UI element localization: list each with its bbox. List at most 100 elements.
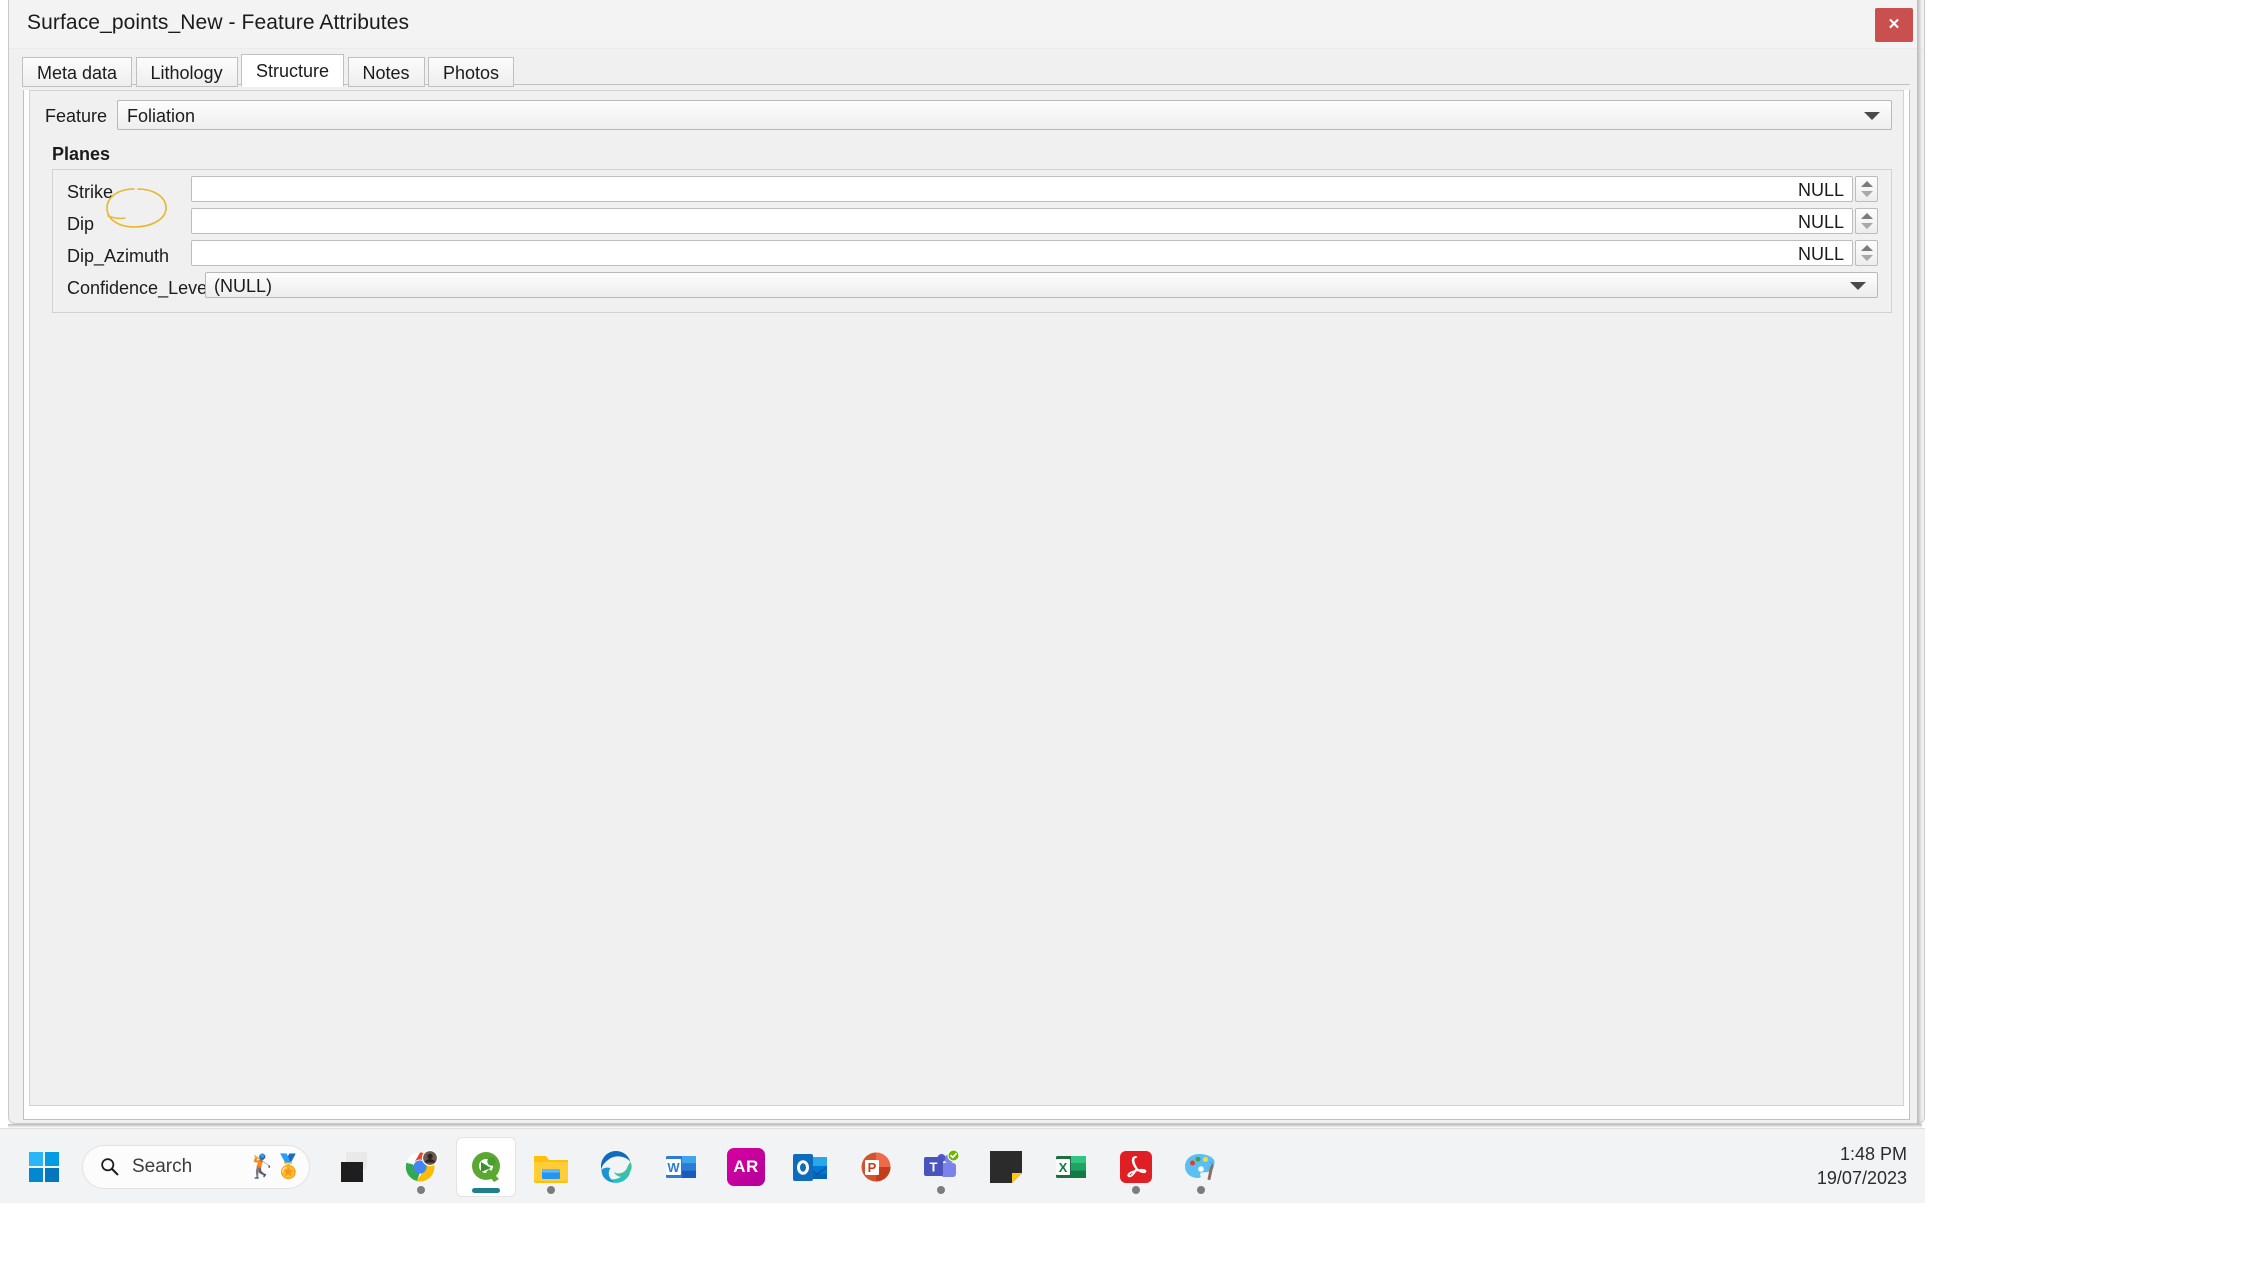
dip-azimuth-spinbox[interactable]: NULL bbox=[191, 240, 1878, 266]
strike-input[interactable]: NULL bbox=[191, 176, 1853, 202]
taskbar-app-microsoft-teams[interactable]: T bbox=[911, 1137, 971, 1197]
feature-combobox[interactable]: Foliation bbox=[117, 100, 1892, 130]
running-indicator bbox=[547, 1185, 555, 1194]
google-chrome-icon bbox=[405, 1149, 439, 1182]
chevron-down-icon[interactable] bbox=[1860, 255, 1873, 261]
taskbar-app-microsoft-outlook[interactable] bbox=[781, 1137, 841, 1197]
search-placeholder: Search bbox=[132, 1155, 193, 1177]
strike-stepper[interactable] bbox=[1855, 176, 1878, 202]
taskbar-app-file-explorer[interactable] bbox=[521, 1137, 581, 1197]
adobe-acrobat-icon bbox=[1120, 1150, 1152, 1183]
dip-input[interactable]: NULL bbox=[191, 208, 1853, 234]
file-explorer-icon bbox=[534, 1155, 568, 1183]
taskbar-app-sticky-notes[interactable] bbox=[976, 1137, 1036, 1197]
microsoft-edge-icon bbox=[600, 1150, 632, 1183]
search-icon bbox=[101, 1158, 119, 1176]
clock-time: 1:48 PM bbox=[1839, 1144, 1907, 1165]
chevron-down-icon bbox=[1850, 282, 1866, 290]
sticky-notes-icon bbox=[990, 1150, 1022, 1183]
dip-label: Dip bbox=[67, 214, 95, 234]
paint-icon bbox=[1185, 1153, 1215, 1180]
taskbar-app-microsoft-powerpoint[interactable]: P bbox=[846, 1137, 906, 1197]
svg-text:W: W bbox=[667, 1160, 680, 1175]
windows-logo-icon bbox=[29, 1151, 59, 1182]
chevron-up-icon[interactable] bbox=[1860, 181, 1873, 187]
dip-value: NULL bbox=[1797, 212, 1844, 232]
search-illustration-icon: 🏌️🏅 bbox=[247, 1153, 303, 1179]
close-icon: ✕ bbox=[1887, 16, 1901, 33]
taskbar-app-lenovo-vantage[interactable] bbox=[326, 1137, 386, 1197]
feature-attributes-window: Surface_points_New - Feature Attributes … bbox=[8, 0, 1925, 1124]
confidence-level-value: (NULL) bbox=[214, 276, 273, 296]
dip-control: NULL bbox=[191, 208, 1878, 234]
microsoft-word-icon: W bbox=[666, 1155, 696, 1178]
strike-label: Strike bbox=[67, 182, 114, 202]
strike-control: NULL bbox=[191, 176, 1878, 202]
chevron-down-icon[interactable] bbox=[1860, 223, 1873, 229]
tab-structure[interactable]: Structure bbox=[241, 54, 345, 87]
taskbar-app-microsoft-word[interactable]: W bbox=[651, 1137, 711, 1197]
tab-meta-data[interactable]: Meta data bbox=[22, 57, 133, 87]
microsoft-outlook-icon bbox=[793, 1153, 827, 1181]
taskbar-items: Search 🏌️🏅 W AR P T X bbox=[18, 1129, 1236, 1204]
field-row-confidence-level: Confidence_Level (NULL) bbox=[53, 272, 1891, 304]
field-row-dip: Dip NULL bbox=[53, 208, 1891, 240]
qgis-icon bbox=[472, 1151, 500, 1182]
desktop: Surface_points_New - Feature Attributes … bbox=[0, 0, 2250, 1272]
microsoft-excel-icon: X bbox=[1056, 1155, 1086, 1178]
chevron-up-icon[interactable] bbox=[1860, 245, 1873, 251]
taskbar-app-adobe-ar[interactable]: AR bbox=[716, 1137, 776, 1197]
chevron-down-icon[interactable] bbox=[1860, 191, 1873, 197]
taskbar-app-microsoft-excel[interactable]: X bbox=[1041, 1137, 1101, 1197]
microsoft-teams-icon: T bbox=[924, 1149, 960, 1177]
field-row-dip-azimuth: Dip_Azimuth NULL bbox=[53, 240, 1891, 272]
feature-label: Feature bbox=[45, 106, 108, 126]
running-indicator bbox=[1197, 1185, 1205, 1194]
chevron-down-icon bbox=[1864, 112, 1880, 120]
dip-spinbox[interactable]: NULL bbox=[191, 208, 1878, 234]
svg-text:X: X bbox=[1059, 1160, 1068, 1175]
tab-notes[interactable]: Notes bbox=[347, 57, 425, 87]
dip-azimuth-stepper[interactable] bbox=[1855, 240, 1878, 266]
start-button[interactable] bbox=[18, 1137, 70, 1197]
active-window-indicator bbox=[472, 1187, 500, 1193]
planes-group: Strike NULL Dip NULL Dip_Azimuth NULL Co… bbox=[52, 169, 1892, 313]
dip-stepper[interactable] bbox=[1855, 208, 1878, 234]
taskbar-app-paint[interactable] bbox=[1171, 1137, 1231, 1197]
strike-spinbox[interactable]: NULL bbox=[191, 176, 1878, 202]
chevron-up-icon[interactable] bbox=[1860, 213, 1873, 219]
running-indicator bbox=[937, 1185, 945, 1194]
svg-text:T: T bbox=[930, 1159, 938, 1174]
adobe-ar-icon: AR bbox=[727, 1147, 765, 1186]
tab-lithology[interactable]: Lithology bbox=[135, 57, 238, 87]
title-bar: Surface_points_New - Feature Attributes … bbox=[9, 0, 1924, 49]
clock-date: 19/07/2023 bbox=[1816, 1167, 1907, 1188]
microsoft-powerpoint-icon: P bbox=[861, 1152, 891, 1181]
taskbar-app-microsoft-edge[interactable] bbox=[586, 1137, 646, 1197]
dip-azimuth-input[interactable]: NULL bbox=[191, 240, 1853, 266]
attribute-form-area: Feature Foliation Planes Strike NULL Dip… bbox=[29, 90, 1904, 1106]
confidence-level-control: (NULL) bbox=[205, 272, 1878, 298]
taskbar-app-google-chrome[interactable] bbox=[391, 1137, 451, 1197]
planes-group-title: Planes bbox=[52, 144, 111, 164]
structure-tab-page: Feature Foliation Planes Strike NULL Dip… bbox=[23, 90, 1910, 1120]
dip-azimuth-value: NULL bbox=[1797, 244, 1844, 264]
tab-photos[interactable]: Photos bbox=[428, 57, 515, 87]
feature-row: Feature Foliation bbox=[41, 100, 1892, 134]
close-button[interactable]: ✕ bbox=[1875, 8, 1913, 42]
taskbar-clock[interactable]: 1:48 PM 19/07/2023 bbox=[1817, 1129, 1915, 1204]
search-input[interactable]: Search 🏌️🏅 bbox=[82, 1144, 310, 1189]
running-indicator bbox=[417, 1185, 425, 1194]
taskbar-app-adobe-acrobat[interactable] bbox=[1106, 1137, 1166, 1197]
confidence-level-combobox[interactable]: (NULL) bbox=[205, 272, 1878, 298]
svg-text:P: P bbox=[868, 1160, 877, 1175]
confidence-level-label: Confidence_Level bbox=[67, 278, 212, 298]
tab-strip: Meta data Lithology Structure Notes Phot… bbox=[9, 54, 1924, 87]
running-indicator bbox=[1132, 1185, 1140, 1194]
page-title: Surface_points_New - Feature Attributes bbox=[27, 11, 410, 34]
taskbar-app-qgis[interactable] bbox=[456, 1136, 516, 1197]
feature-combobox-value: Foliation bbox=[127, 106, 196, 126]
field-row-strike: Strike NULL bbox=[53, 176, 1891, 208]
lenovo-vantage-icon bbox=[341, 1151, 367, 1182]
dip-azimuth-label: Dip_Azimuth bbox=[67, 246, 170, 266]
